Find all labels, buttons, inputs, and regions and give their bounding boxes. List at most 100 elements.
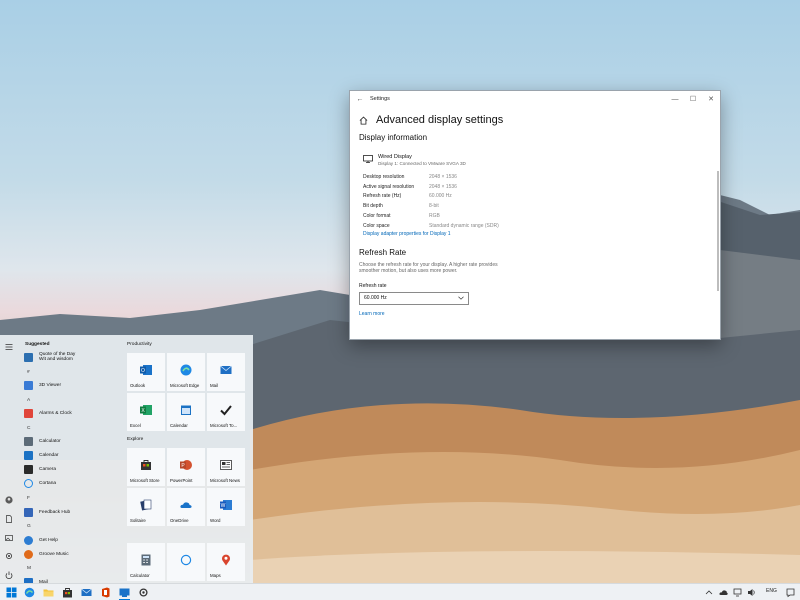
info-key: Bit depth bbox=[363, 203, 383, 210]
edge-icon[interactable] bbox=[24, 587, 35, 598]
display-info-table: Desktop resolution 2048 × 1536 Active sig… bbox=[363, 172, 711, 231]
feedback-hub-icon bbox=[24, 508, 33, 517]
title-bar: ← Settings — ☐ ✕ bbox=[350, 91, 720, 107]
group-heading-explore: Explore bbox=[127, 437, 144, 442]
app-label: Get Help bbox=[39, 538, 58, 543]
language-indicator[interactable]: ENG bbox=[766, 588, 777, 594]
quote-app-icon bbox=[24, 352, 33, 362]
close-button[interactable]: ✕ bbox=[702, 95, 720, 103]
app-label: Calendar bbox=[39, 453, 59, 458]
onedrive-cloud-icon[interactable] bbox=[719, 587, 728, 598]
back-button[interactable]: ← bbox=[350, 96, 370, 103]
minimize-button[interactable]: — bbox=[666, 96, 684, 103]
maximize-button[interactable]: ☐ bbox=[684, 95, 702, 103]
chevron-up-icon[interactable] bbox=[705, 587, 713, 598]
tile-calculator[interactable]: Calculator bbox=[127, 543, 165, 581]
list-item-get-help[interactable]: Get Help bbox=[24, 536, 58, 545]
list-item-feedback-hub[interactable]: Feedback Hub bbox=[24, 508, 70, 517]
hamburger-menu-icon[interactable] bbox=[5, 343, 13, 351]
svg-text:W: W bbox=[221, 503, 226, 509]
learn-more-link[interactable]: Learn more bbox=[359, 311, 711, 317]
edge-icon bbox=[180, 364, 192, 376]
list-item-groove-music[interactable]: Groove Music bbox=[24, 550, 69, 559]
volume-icon[interactable] bbox=[747, 587, 756, 598]
list-item-cortana[interactable]: Cortana bbox=[24, 479, 56, 488]
list-item-calculator[interactable]: Calculator bbox=[24, 437, 61, 446]
tile-microsoft-edge[interactable]: Microsoft Edge bbox=[167, 353, 205, 391]
file-explorer-icon[interactable] bbox=[43, 587, 54, 598]
windows-start-icon[interactable] bbox=[6, 587, 17, 598]
tile-excel[interactable]: X Excel bbox=[127, 393, 165, 431]
settings-window: ← Settings — ☐ ✕ Advanced display settin… bbox=[349, 90, 721, 340]
refresh-rate-description: Choose the refresh rate for your display… bbox=[359, 261, 498, 275]
power-icon[interactable] bbox=[5, 571, 13, 579]
list-item-quote-of-the-day[interactable]: Quote of the Day Wit and wisdom bbox=[24, 352, 75, 362]
tile-label: Microsoft Store bbox=[130, 478, 160, 483]
app-label: Calculator bbox=[39, 439, 61, 444]
home-icon[interactable] bbox=[359, 116, 368, 125]
tile-word[interactable]: W Word bbox=[207, 488, 245, 526]
tile-label: Excel bbox=[130, 423, 141, 428]
excel-icon: X bbox=[140, 405, 152, 415]
info-row: Bit depth 8-bit bbox=[363, 201, 711, 211]
office-icon[interactable] bbox=[100, 587, 111, 598]
tile-mail[interactable]: Mail bbox=[207, 353, 245, 391]
tile-outlook[interactable]: O Outlook bbox=[127, 353, 165, 391]
tile-onedrive[interactable]: OneDrive bbox=[167, 488, 205, 526]
refresh-rate-dropdown[interactable]: 60.000 Hz bbox=[359, 291, 469, 305]
tile-microsoft-news[interactable]: Microsoft News bbox=[207, 448, 245, 486]
store-bag-icon[interactable] bbox=[62, 587, 73, 598]
taskbar: ENG bbox=[0, 583, 800, 600]
letter-header[interactable]: M bbox=[27, 566, 31, 571]
adapter-properties-link[interactable]: Display adapter properties for Display 1 bbox=[363, 231, 711, 237]
tile-calendar[interactable]: Calendar bbox=[167, 393, 205, 431]
refresh-rate-label: Refresh rate bbox=[359, 282, 387, 289]
tile-maps[interactable]: Maps bbox=[207, 543, 245, 581]
mail-icon[interactable] bbox=[81, 587, 92, 598]
start-menu: Suggested Quote of the Day Wit and wisdo… bbox=[0, 335, 253, 587]
display-summary: Wired Display Display 1: Connected to VM… bbox=[363, 154, 711, 166]
outlook-icon: O bbox=[140, 365, 152, 375]
app-label: Alarms & Clock bbox=[39, 411, 72, 416]
tile-label: Microsoft News bbox=[210, 478, 241, 483]
display-name: Wired Display bbox=[378, 154, 412, 160]
letter-header[interactable]: A bbox=[27, 398, 30, 403]
map-pin-icon bbox=[222, 554, 230, 566]
tile-powerpoint[interactable]: P PowerPoint bbox=[167, 448, 205, 486]
network-icon[interactable] bbox=[733, 587, 742, 598]
store-bag-icon bbox=[141, 460, 151, 470]
letter-header[interactable]: F bbox=[27, 496, 30, 501]
alarm-clock-icon bbox=[24, 409, 33, 418]
list-item-calendar[interactable]: Calendar bbox=[24, 451, 58, 460]
tile-label: Word bbox=[210, 518, 221, 523]
tile-microsoft-todo[interactable]: Microsoft To... bbox=[207, 393, 245, 431]
list-item-alarms[interactable]: Alarms & Clock bbox=[24, 409, 72, 418]
info-key: Refresh rate (Hz) bbox=[363, 193, 402, 200]
page-title: Advanced display settings bbox=[376, 114, 504, 126]
letter-header[interactable]: # bbox=[27, 370, 30, 375]
tile-label: Microsoft Edge bbox=[170, 383, 200, 388]
tile-microsoft-store[interactable]: Microsoft Store bbox=[127, 448, 165, 486]
app-list: Suggested Quote of the Day Wit and wisdo… bbox=[18, 335, 120, 587]
people-icon[interactable] bbox=[119, 587, 130, 598]
checkmark-icon bbox=[220, 405, 232, 416]
list-item-camera[interactable]: Camera bbox=[24, 465, 56, 474]
monitor-icon bbox=[363, 155, 373, 163]
documents-icon[interactable] bbox=[5, 515, 13, 523]
settings-gear-icon[interactable] bbox=[5, 552, 13, 560]
notification-icon[interactable] bbox=[786, 587, 795, 598]
window-title: Settings bbox=[370, 96, 390, 102]
info-value: Standard dynamic range (SDR) bbox=[429, 222, 499, 229]
settings-gear-icon[interactable] bbox=[138, 587, 149, 598]
letter-header[interactable]: C bbox=[27, 426, 30, 431]
tile-solitaire[interactable]: Solitaire bbox=[127, 488, 165, 526]
app-label: Camera bbox=[39, 467, 57, 472]
letter-header[interactable]: G bbox=[27, 524, 31, 529]
pictures-icon[interactable] bbox=[5, 534, 13, 542]
info-value: 2048 × 1536 bbox=[429, 183, 457, 190]
scrollbar[interactable] bbox=[717, 171, 719, 291]
tile-cortana[interactable] bbox=[167, 543, 205, 581]
user-avatar-icon[interactable] bbox=[5, 496, 13, 504]
groove-music-icon bbox=[24, 550, 33, 559]
list-item-3d-viewer[interactable]: 3D Viewer bbox=[24, 381, 61, 390]
